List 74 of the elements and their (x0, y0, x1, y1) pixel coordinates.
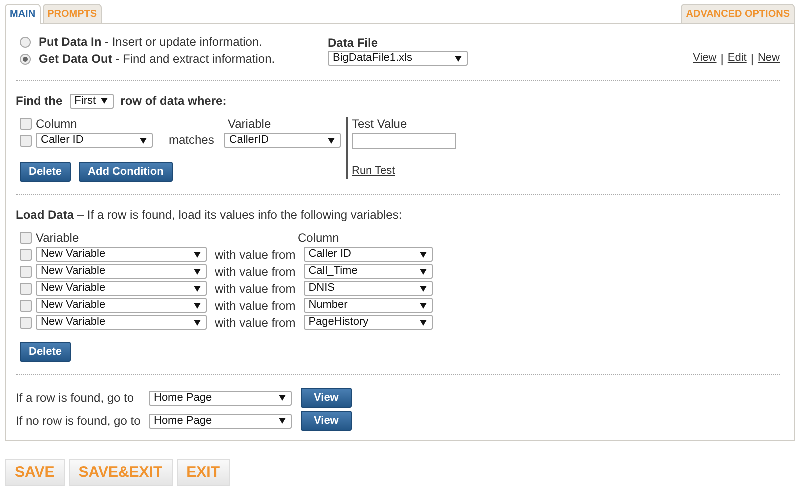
file-dropdown[interactable]: BigDataFile1.xls (328, 51, 468, 66)
dropdown[interactable]: New Variable (36, 247, 207, 262)
dropdown[interactable]: CallerID (224, 133, 342, 148)
dropdown[interactable]: New Variable (36, 315, 207, 330)
dropdown[interactable]: New Variable (36, 264, 207, 280)
column-header: Column (36, 116, 78, 132)
dropdown[interactable]: Caller ID (304, 247, 433, 262)
column-header: Variable (36, 231, 80, 246)
connector-label: with value from (215, 248, 296, 262)
checkbox[interactable] (20, 282, 32, 295)
caret-icon (194, 252, 201, 258)
caret-icon (420, 252, 427, 258)
view-button[interactable]: View (301, 411, 352, 432)
caret-icon (455, 56, 462, 62)
caret-icon (420, 320, 427, 326)
page-dropdown[interactable]: Home Page (149, 390, 292, 406)
separator: | (750, 52, 754, 66)
column-header: Variable (228, 116, 272, 132)
link[interactable]: New (758, 52, 780, 66)
dropdown[interactable]: PageHistory (304, 315, 433, 330)
radio-label: Put Data In - Insert or update information. (39, 35, 262, 50)
caret-icon (100, 98, 108, 104)
radio-button[interactable] (20, 37, 31, 48)
test-value-field[interactable] (352, 133, 456, 150)
checkbox[interactable] (20, 232, 32, 244)
caret-icon (279, 418, 286, 424)
action-button[interactable]: Add Condition (79, 162, 173, 182)
checkbox[interactable] (20, 300, 32, 312)
caret-icon (194, 268, 201, 275)
caret-icon (328, 138, 336, 144)
occurrence-dropdown[interactable]: First (70, 94, 114, 108)
dropdown[interactable]: New Variable (36, 298, 207, 314)
checkbox[interactable] (20, 118, 32, 130)
connector-label: with value from (215, 298, 296, 314)
connector-label: with value from (215, 282, 296, 296)
connector-label: with value from (215, 264, 296, 280)
caret-icon (194, 302, 201, 309)
checkbox[interactable] (20, 134, 32, 146)
action-button[interactable]: Delete (20, 162, 72, 182)
find-label: row of data where: (120, 94, 227, 108)
tab[interactable]: MAIN (5, 4, 41, 24)
link[interactable]: View (693, 52, 717, 66)
field-label: Test Value (352, 117, 408, 132)
caret-icon (420, 302, 427, 309)
operator-label: matches (169, 133, 214, 148)
run-test-link[interactable]: Run Test (352, 165, 396, 179)
goto-label: If a row is found, go to (16, 391, 136, 406)
caret-icon (420, 268, 427, 275)
connector-label: with value from (215, 316, 296, 330)
field-label: Data File (328, 37, 380, 49)
caret-icon (420, 286, 427, 292)
dropdown[interactable]: Number (304, 298, 433, 314)
caret-icon (140, 138, 147, 144)
dropdown[interactable]: DNIS (304, 281, 433, 296)
find-label: Find the (16, 94, 63, 108)
radio-button[interactable] (20, 54, 31, 65)
caret-icon (194, 320, 201, 326)
goto-label: If no row is found, go to (16, 414, 142, 429)
section-description: Load Data – If a row is found, load its values info the following variables: (16, 208, 404, 222)
dropdown[interactable]: New Variable (36, 281, 207, 296)
dropdown[interactable]: Call_Time (304, 264, 433, 280)
checkbox[interactable] (20, 316, 32, 329)
dropdown[interactable]: Caller ID (36, 133, 153, 148)
page-dropdown[interactable]: Home Page (149, 414, 292, 429)
view-button[interactable]: View (301, 388, 352, 408)
caret-icon (194, 286, 201, 292)
column-header: Column (298, 231, 340, 246)
link[interactable]: Edit (728, 52, 747, 66)
checkbox[interactable] (20, 248, 32, 261)
action-button[interactable]: Delete (20, 342, 72, 362)
checkbox[interactable] (20, 266, 32, 278)
radio-label: Get Data Out - Find and extract information. (39, 52, 276, 67)
caret-icon (279, 395, 286, 402)
separator: | (720, 52, 724, 66)
